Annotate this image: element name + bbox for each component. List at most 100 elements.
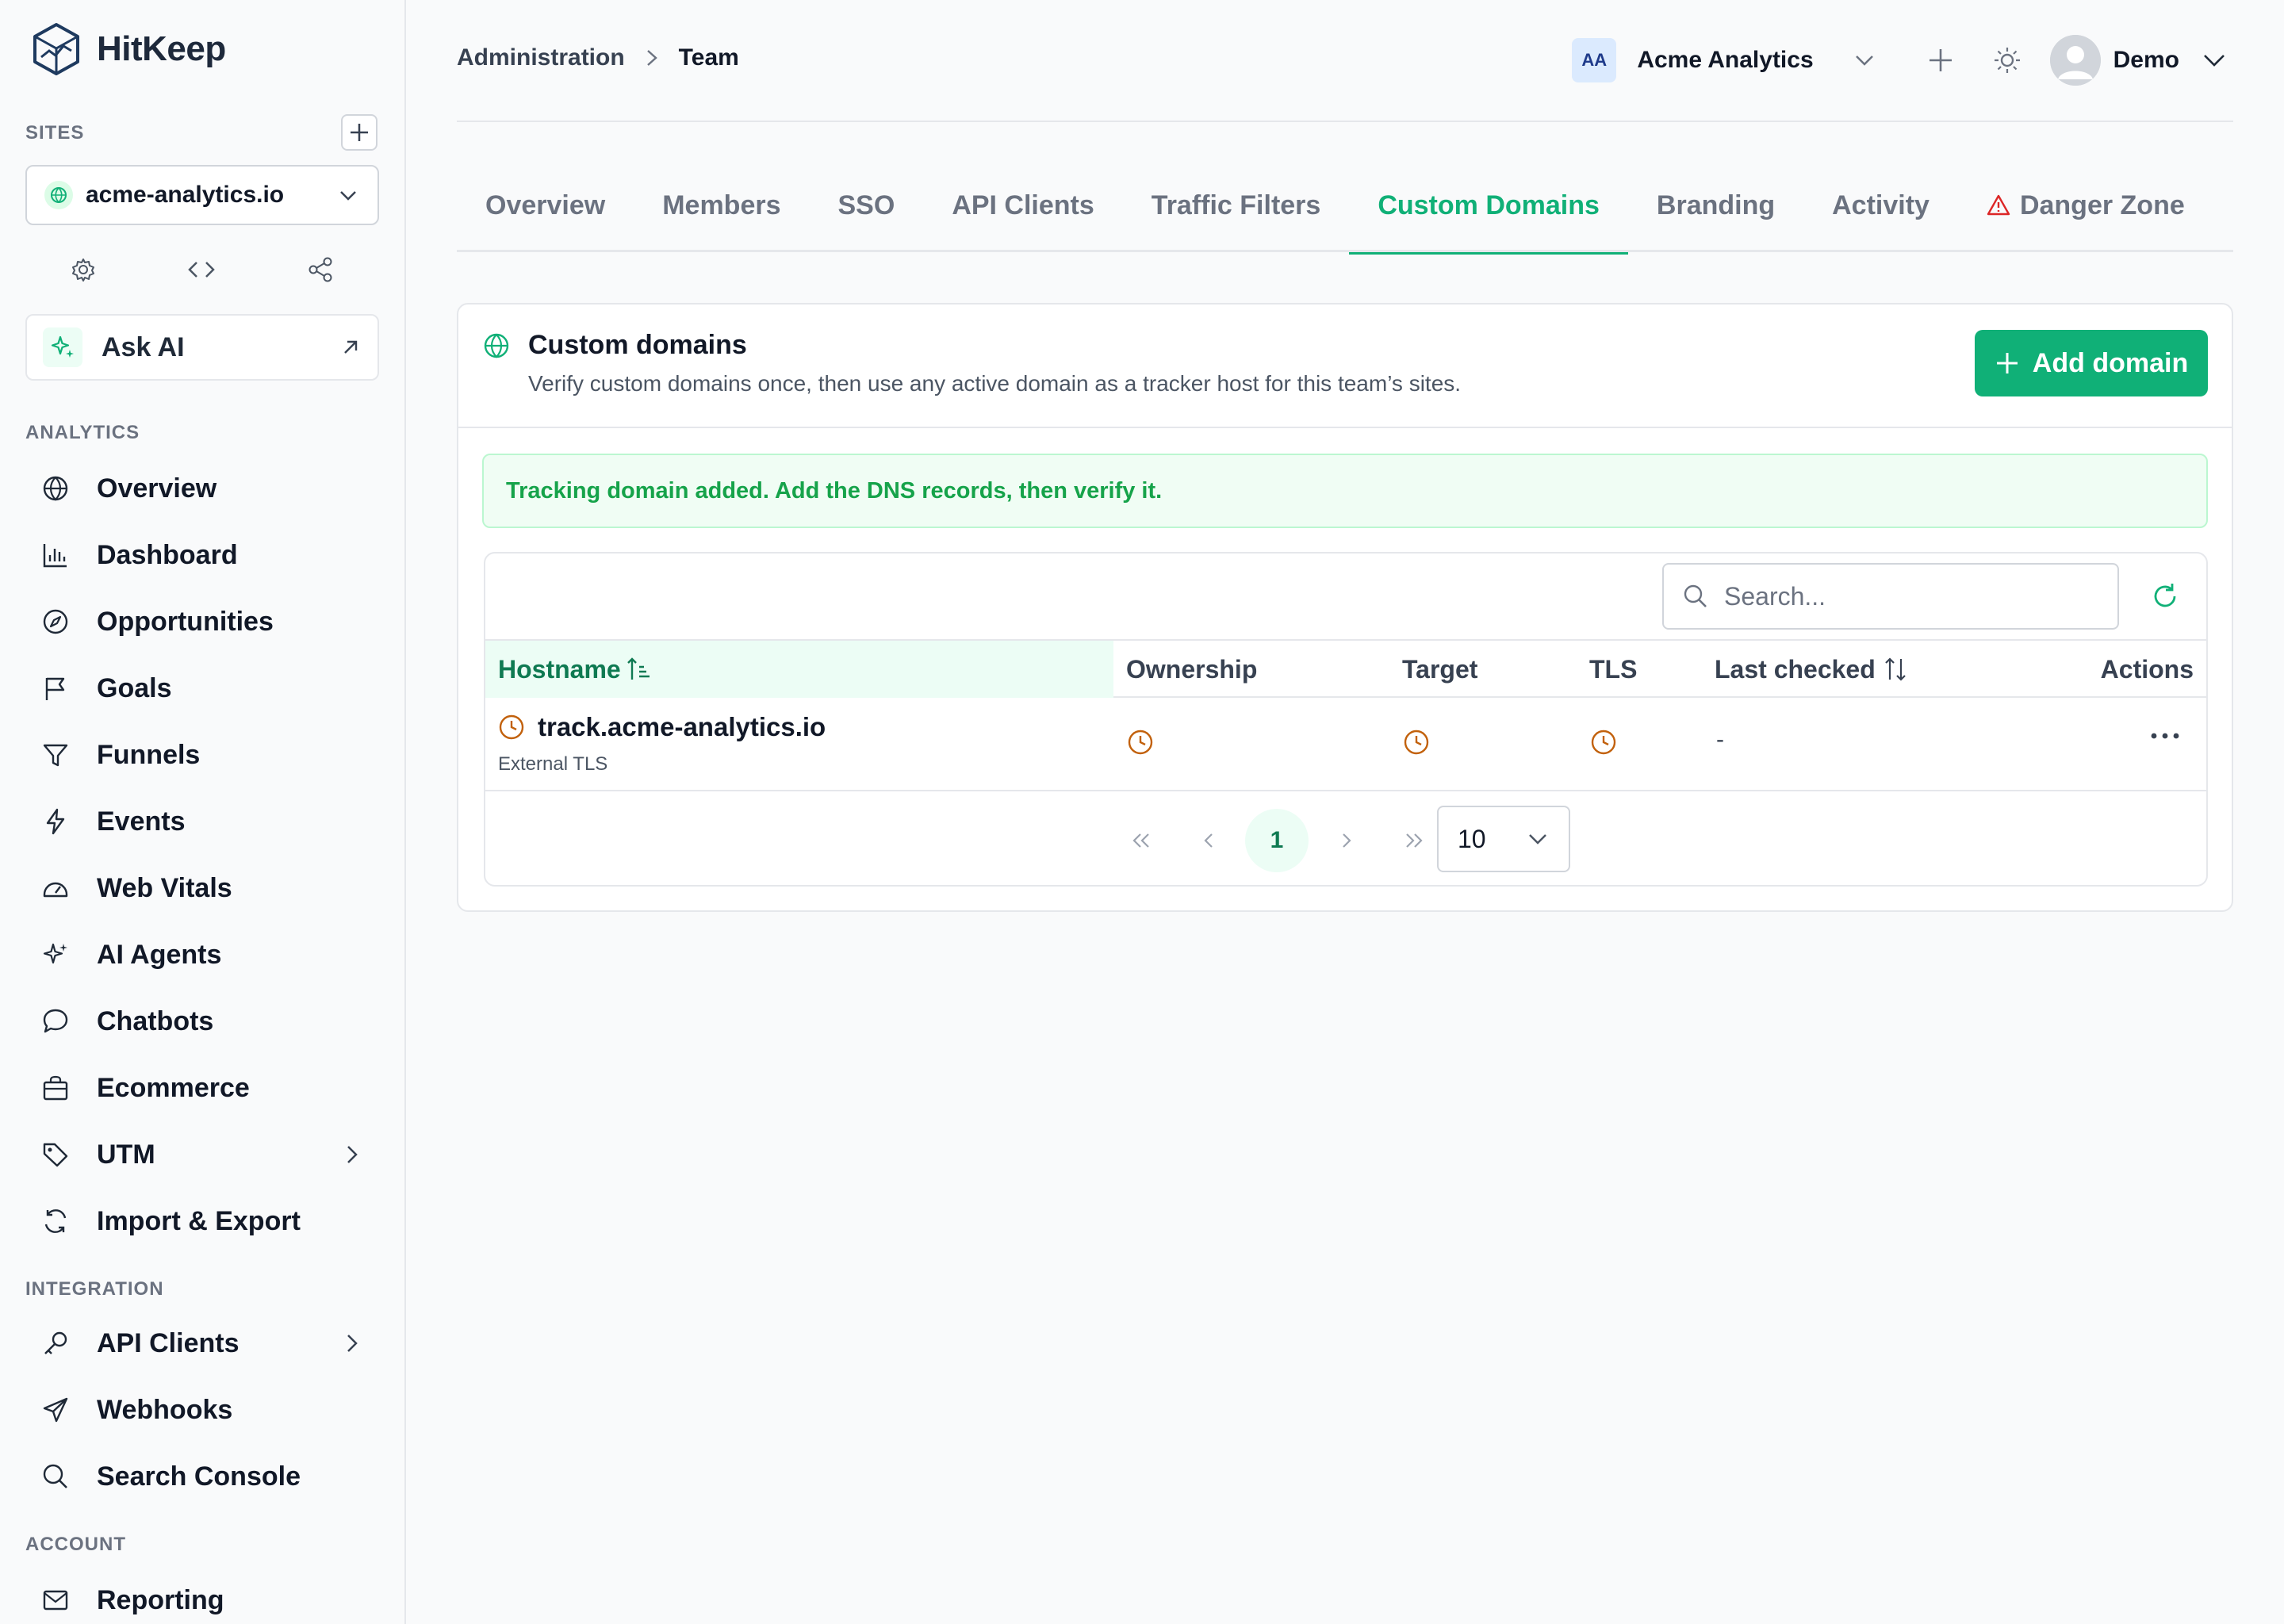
sidebar-item-goals[interactable]: Goals bbox=[25, 660, 379, 717]
next-page-icon[interactable] bbox=[1315, 809, 1378, 872]
filter-icon bbox=[41, 741, 70, 769]
tag-icon bbox=[41, 1140, 70, 1169]
site-selector[interactable]: acme-analytics.io bbox=[25, 165, 379, 225]
column-target[interactable]: Target bbox=[1402, 641, 1477, 698]
sidebar-item-webhooks[interactable]: Webhooks bbox=[25, 1381, 379, 1438]
refresh-icon[interactable] bbox=[2149, 580, 2181, 612]
column-actions: Actions bbox=[2100, 654, 2194, 684]
tab-custom-domains[interactable]: Custom Domains bbox=[1349, 159, 1628, 255]
add-domain-button[interactable]: Add domain bbox=[1975, 330, 2208, 396]
sync-icon bbox=[41, 1207, 70, 1235]
breadcrumb-team: Team bbox=[678, 44, 739, 71]
ask-ai-label: Ask AI bbox=[102, 331, 185, 362]
sidebar-item-label: Funnels bbox=[97, 739, 201, 770]
sparkles-icon bbox=[41, 940, 70, 969]
sites-label: SITES bbox=[25, 122, 85, 144]
sidebar-item-search-console[interactable]: Search Console bbox=[25, 1448, 379, 1505]
site-tools bbox=[25, 251, 379, 289]
site-globe-icon bbox=[44, 181, 73, 209]
tab-activity[interactable]: Activity bbox=[1803, 159, 1958, 252]
ask-ai-button[interactable]: Ask AI bbox=[25, 314, 379, 381]
tab-sso[interactable]: SSO bbox=[810, 159, 924, 252]
custom-domains-card: Custom domains Verify custom domains onc… bbox=[457, 303, 2233, 912]
search-field[interactable] bbox=[1662, 563, 2119, 630]
page-1-button[interactable]: 1 bbox=[1245, 809, 1309, 872]
sidebar-item-api-clients[interactable]: API Clients bbox=[25, 1315, 379, 1372]
main-content: Administration Team AA Acme Analytics De… bbox=[457, 0, 2233, 1624]
clock-icon bbox=[1126, 728, 1155, 756]
sidebar-item-opportunities[interactable]: Opportunities bbox=[25, 593, 379, 650]
sidebar-item-utm[interactable]: UTM bbox=[25, 1126, 379, 1183]
rows-per-page-select[interactable]: 10 bbox=[1437, 806, 1570, 872]
plus-icon[interactable] bbox=[1922, 41, 1960, 79]
chevron-right-icon bbox=[347, 1146, 358, 1163]
card-description: Verify custom domains once, then use any… bbox=[528, 371, 1462, 396]
brand[interactable]: HitKeep bbox=[32, 22, 226, 76]
tab-api-clients[interactable]: API Clients bbox=[923, 159, 1122, 252]
prev-page-icon[interactable] bbox=[1177, 809, 1240, 872]
domains-table: Hostname Ownership Target TLS Last check… bbox=[484, 552, 2208, 887]
sidebar-item-funnels[interactable]: Funnels bbox=[25, 726, 379, 783]
tab-overview[interactable]: Overview bbox=[457, 159, 634, 252]
pagination: 1 10 bbox=[485, 791, 2206, 885]
user-menu[interactable]: Demo bbox=[2113, 47, 2179, 74]
sidebar-item-overview[interactable]: Overview bbox=[25, 460, 379, 517]
add-site-button[interactable] bbox=[341, 114, 377, 151]
sort-icon bbox=[1884, 657, 1906, 681]
sidebar-item-web-vitals[interactable]: Web Vitals bbox=[25, 860, 379, 917]
column-hostname[interactable]: Hostname bbox=[485, 641, 1113, 698]
code-icon[interactable] bbox=[186, 256, 217, 283]
sidebar-item-label: Web Vitals bbox=[97, 872, 232, 903]
sidebar-item-ecommerce[interactable]: Ecommerce bbox=[25, 1059, 379, 1116]
gear-icon[interactable] bbox=[70, 256, 97, 283]
send-icon bbox=[41, 1396, 70, 1424]
chevron-down-icon[interactable] bbox=[1845, 41, 1884, 79]
bolt-icon bbox=[41, 807, 70, 836]
sidebar-item-events[interactable]: Events bbox=[25, 793, 379, 850]
search-icon bbox=[1684, 584, 1707, 607]
hostname-subtitle: External TLS bbox=[498, 753, 608, 775]
column-last-checked[interactable]: Last checked bbox=[1715, 641, 1909, 698]
clock-icon bbox=[1589, 728, 1618, 756]
sidebar-item-chatbots[interactable]: Chatbots bbox=[25, 993, 379, 1050]
chevron-down-icon[interactable] bbox=[2195, 41, 2233, 79]
clock-icon bbox=[1402, 728, 1431, 756]
team-avatar: AA bbox=[1572, 38, 1617, 82]
team-switcher[interactable]: Acme Analytics bbox=[1637, 47, 1813, 74]
column-ownership[interactable]: Ownership bbox=[1126, 641, 1257, 698]
sidebar-item-label: Events bbox=[97, 806, 186, 837]
section-analytics-label: ANALYTICS bbox=[25, 422, 140, 443]
breadcrumb: Administration Team bbox=[457, 44, 739, 71]
topbar: Administration Team AA Acme Analytics De… bbox=[457, 0, 2233, 122]
brand-name: HitKeep bbox=[97, 29, 226, 68]
sidebar-item-label: Search Console bbox=[97, 1461, 301, 1492]
site-name: acme-analytics.io bbox=[86, 182, 285, 208]
tab-traffic-filters[interactable]: Traffic Filters bbox=[1123, 159, 1350, 252]
flag-icon bbox=[41, 674, 70, 703]
search-input[interactable] bbox=[1724, 581, 2089, 611]
bag-icon bbox=[41, 1074, 70, 1102]
avatar[interactable] bbox=[2049, 35, 2101, 86]
more-actions-icon[interactable] bbox=[2149, 728, 2181, 744]
chevron-down-icon bbox=[1529, 834, 1546, 845]
tab-members[interactable]: Members bbox=[634, 159, 809, 252]
section-account-label: ACCOUNT bbox=[25, 1534, 126, 1555]
sidebar-item-label: Ecommerce bbox=[97, 1072, 250, 1103]
sidebar-item-label: Webhooks bbox=[97, 1394, 233, 1425]
sidebar-item-reporting[interactable]: Reporting bbox=[25, 1572, 379, 1624]
column-tls[interactable]: TLS bbox=[1589, 641, 1637, 698]
tab-danger-zone[interactable]: Danger Zone bbox=[1958, 159, 2213, 252]
breadcrumb-administration[interactable]: Administration bbox=[457, 44, 625, 71]
tab-branding[interactable]: Branding bbox=[1628, 159, 1803, 252]
sidebar-item-dashboard[interactable]: Dashboard bbox=[25, 527, 379, 584]
share-icon[interactable] bbox=[306, 255, 335, 284]
sidebar-item-import-export[interactable]: Import & Export bbox=[25, 1193, 379, 1250]
table-header: Hostname Ownership Target TLS Last check… bbox=[485, 639, 2206, 698]
first-page-icon[interactable] bbox=[1109, 809, 1172, 872]
sidebar-item-ai-agents[interactable]: AI Agents bbox=[25, 926, 379, 983]
rows-per-page-value: 10 bbox=[1458, 824, 1486, 853]
bar-chart-icon bbox=[41, 541, 70, 569]
gauge-icon bbox=[41, 874, 70, 902]
clock-icon bbox=[499, 714, 524, 740]
sun-icon[interactable] bbox=[1988, 41, 2026, 79]
